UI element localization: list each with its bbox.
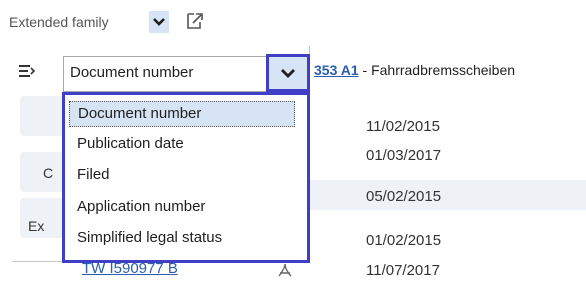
side-button-partial-label: Ex — [28, 218, 45, 234]
pdf-icon[interactable] — [277, 262, 293, 278]
sort-options-list: Document number Publication date Filed A… — [62, 92, 310, 263]
sort-selected-value: Document number — [70, 64, 194, 81]
sort-dropdown-toggle[interactable] — [266, 54, 310, 92]
result-date: 05/02/2015 — [366, 188, 442, 205]
result-date: 11/07/2017 — [366, 262, 440, 279]
side-button[interactable] — [20, 96, 66, 136]
export-icon[interactable] — [184, 10, 204, 32]
result-date: 11/02/2015 — [366, 118, 440, 135]
result-link[interactable]: 353 A1 — [314, 62, 359, 78]
sort-option[interactable]: Publication date — [69, 132, 184, 158]
family-label: Extended family — [9, 14, 109, 30]
result-date: 01/03/2017 — [366, 147, 442, 164]
sort-option[interactable]: Application number — [69, 195, 205, 221]
side-button-partial-label: C — [43, 165, 54, 181]
sort-option[interactable]: Filed — [69, 163, 110, 189]
sort-option[interactable]: Document number — [69, 101, 295, 127]
table-row-highlight — [310, 180, 586, 210]
sort-option[interactable]: Simplified legal status — [69, 226, 222, 252]
sort-lines-icon — [19, 65, 35, 77]
chevron-down-icon — [153, 18, 165, 26]
chevron-down-icon — [281, 68, 295, 78]
family-dropdown-toggle[interactable] — [149, 11, 169, 33]
result-title: 353 A1 - Fahrradbremsscheiben — [314, 62, 515, 78]
result-title-rest: - Fahrradbremsscheiben — [358, 62, 516, 78]
result-date: 01/02/2015 — [366, 232, 442, 249]
